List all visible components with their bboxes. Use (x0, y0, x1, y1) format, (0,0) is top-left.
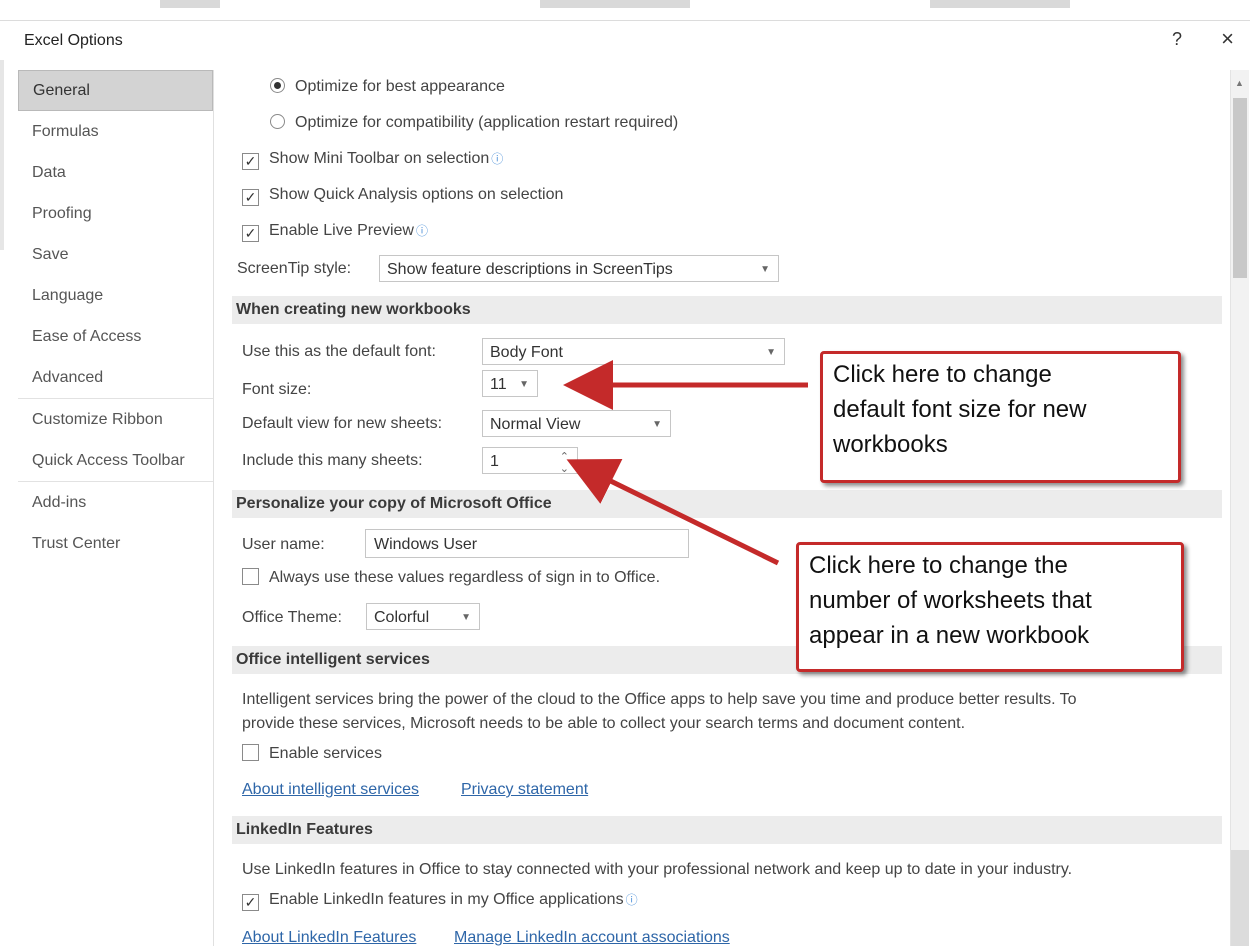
about-linkedin-link[interactable]: About LinkedIn Features (242, 929, 416, 946)
sidebar-item-ease-of-access[interactable]: Ease of Access (18, 316, 213, 357)
live-preview-option[interactable]: ✓ Enable Live Preview ⓘ (242, 222, 428, 242)
enable-services-option[interactable]: Enable services (242, 744, 382, 763)
section-header-new-workbooks: When creating new workbooks (232, 296, 1222, 324)
default-font-select[interactable]: Body Font ▼ (482, 338, 785, 365)
window-edge (0, 60, 4, 250)
chevron-down-icon: ▼ (461, 612, 471, 623)
optimize-compat-option[interactable]: Optimize for compatibility (application … (270, 114, 678, 132)
checkbox[interactable]: ✓ (242, 894, 259, 911)
options-sidebar: General Formulas Data Proofing Save Lang… (18, 70, 214, 946)
privacy-statement-link[interactable]: Privacy statement (461, 781, 588, 799)
select-value: Body Font (490, 344, 563, 361)
username-label: User name: (242, 536, 325, 553)
dialog-title: Excel Options (24, 32, 123, 49)
callout-line: workbooks (833, 431, 948, 458)
callout-font-size: Click here to change default font size f… (820, 351, 1181, 483)
callout-line: number of worksheets that (809, 587, 1092, 614)
background-ribbon-strip (0, 0, 1250, 21)
checkbox[interactable] (242, 744, 259, 761)
select-value: Colorful (374, 609, 430, 626)
section-header-linkedin: LinkedIn Features (232, 816, 1222, 844)
intelligent-services-description: Intelligent services bring the power of … (242, 688, 1222, 736)
sidebar-item-language[interactable]: Language (18, 275, 213, 316)
always-use-option[interactable]: Always use these values regardless of si… (242, 568, 660, 587)
sidebar-item-save[interactable]: Save (18, 234, 213, 275)
select-value: Show feature descriptions in ScreenTips (387, 261, 673, 278)
checkbox[interactable]: ✓ (242, 153, 259, 170)
sidebar-item-data[interactable]: Data (18, 152, 213, 193)
spinner-icon[interactable]: ⌃ ⌄ (560, 451, 569, 475)
info-icon: ⓘ (625, 893, 638, 907)
description-line: Intelligent services bring the power of … (242, 691, 1077, 708)
option-label: Enable services (269, 745, 382, 762)
callout-line: Click here to change (833, 361, 1052, 388)
default-view-select[interactable]: Normal View ▼ (482, 410, 671, 437)
screentip-label: ScreenTip style: (237, 260, 352, 277)
info-icon: ⓘ (415, 224, 428, 238)
linkedin-description: Use LinkedIn features in Office to stay … (242, 861, 1073, 878)
description-line: provide these services, Microsoft needs … (242, 715, 966, 732)
font-size-select[interactable]: 11 ▼ (482, 370, 538, 397)
close-button[interactable]: × (1221, 26, 1234, 52)
option-label: Show Quick Analysis options on selection (269, 186, 564, 203)
checkbox[interactable]: ✓ (242, 189, 259, 206)
chevron-down-icon: ▼ (766, 347, 776, 358)
spinner-value: 1 (490, 453, 499, 470)
enable-linkedin-option[interactable]: ✓ Enable LinkedIn features in my Office a… (242, 891, 638, 911)
options-content: Optimize for best appearance Optimize fo… (220, 70, 1225, 946)
vertical-scrollbar[interactable]: ▲ (1230, 70, 1249, 946)
select-value: 11 (490, 376, 507, 393)
office-theme-label: Office Theme: (242, 609, 342, 626)
scrollbar-track-lower (1231, 850, 1249, 946)
option-label: Enable Live Preview (269, 222, 414, 239)
callout-line: appear in a new workbook (809, 622, 1090, 649)
sidebar-item-proofing[interactable]: Proofing (18, 193, 213, 234)
sidebar-item-quick-access-toolbar[interactable]: Quick Access Toolbar (18, 440, 213, 481)
option-label: Show Mini Toolbar on selection (269, 150, 490, 167)
callout-line: Click here to change the (809, 552, 1068, 579)
help-button[interactable]: ? (1172, 29, 1182, 50)
optimize-appearance-option[interactable]: Optimize for best appearance (270, 78, 505, 96)
sidebar-item-general[interactable]: General (18, 70, 213, 111)
option-label: Optimize for compatibility (application … (295, 114, 679, 131)
callout-worksheet-count: Click here to change the number of works… (796, 542, 1184, 672)
username-field[interactable]: Windows User (365, 529, 689, 558)
chevron-down-icon: ▼ (760, 264, 770, 275)
select-value: Normal View (490, 416, 581, 433)
default-view-label: Default view for new sheets: (242, 415, 443, 432)
scroll-up-icon[interactable]: ▲ (1235, 78, 1244, 88)
sidebar-item-formulas[interactable]: Formulas (18, 111, 213, 152)
sheet-count-spinner[interactable]: 1 ⌃ ⌄ (482, 447, 578, 475)
manage-linkedin-link[interactable]: Manage LinkedIn account associations (454, 929, 730, 946)
office-theme-select[interactable]: Colorful ▼ (366, 603, 480, 630)
radio-button[interactable] (270, 78, 285, 93)
sidebar-item-add-ins[interactable]: Add-ins (18, 482, 213, 523)
screentip-select[interactable]: Show feature descriptions in ScreenTips ▼ (379, 255, 779, 282)
chevron-down-icon: ▼ (519, 379, 529, 390)
chevron-down-icon: ▼ (652, 419, 662, 430)
option-label: Always use these values regardless of si… (269, 569, 661, 586)
sheet-count-label: Include this many sheets: (242, 452, 423, 469)
info-icon: ⓘ (491, 152, 504, 166)
default-font-label: Use this as the default font: (242, 343, 436, 360)
dialog-titlebar: Excel Options ? × (0, 21, 1250, 63)
section-header-personalize: Personalize your copy of Microsoft Offic… (232, 490, 1222, 518)
font-size-label: Font size: (242, 381, 312, 398)
option-label: Optimize for best appearance (295, 78, 505, 95)
scrollbar-thumb[interactable] (1233, 98, 1247, 278)
sidebar-item-advanced[interactable]: Advanced (18, 357, 213, 398)
callout-line: default font size for new (833, 396, 1087, 423)
radio-button[interactable] (270, 114, 285, 129)
checkbox[interactable] (242, 568, 259, 585)
option-label: Enable LinkedIn features in my Office ap… (269, 891, 624, 908)
checkbox[interactable]: ✓ (242, 225, 259, 242)
about-intelligent-services-link[interactable]: About intelligent services (242, 781, 419, 799)
sidebar-item-trust-center[interactable]: Trust Center (18, 523, 213, 564)
mini-toolbar-option[interactable]: ✓ Show Mini Toolbar on selection ⓘ (242, 150, 503, 170)
quick-analysis-option[interactable]: ✓ Show Quick Analysis options on selectio… (242, 186, 563, 206)
sidebar-item-customize-ribbon[interactable]: Customize Ribbon (18, 399, 213, 440)
